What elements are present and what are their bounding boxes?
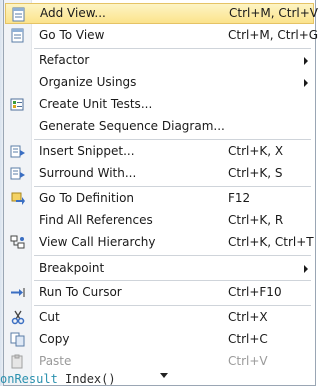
- menu-item-label: Run To Cursor: [39, 285, 122, 299]
- context-menu: Add View... Ctrl+M, Ctrl+V Go To View Ct…: [3, 0, 318, 386]
- cut-icon: [10, 310, 26, 325]
- menu-scroll-down-icon[interactable]: [160, 373, 168, 378]
- menu-item-shortcut: Ctrl+X: [228, 310, 268, 324]
- menu-separator: [34, 255, 311, 256]
- menu-item-label: Add View...: [40, 6, 106, 20]
- menu-item-generate-sequence-diagram[interactable]: Generate Sequence Diagram...: [5, 116, 314, 137]
- menu-item-label: Cut: [39, 310, 60, 324]
- insert-snippet-icon: [10, 144, 26, 159]
- menu-item-label: View Call Hierarchy: [39, 235, 156, 249]
- menu-item-label: Copy: [39, 332, 70, 346]
- menu-item-label: Go To Definition: [39, 191, 135, 205]
- menu-item-label: Surround With...: [39, 166, 137, 180]
- menu-item-view-call-hierarchy[interactable]: View Call Hierarchy Ctrl+K, Ctrl+T: [5, 232, 314, 253]
- menu-separator: [34, 305, 311, 306]
- menu-item-shortcut: Ctrl+K, S: [228, 166, 283, 180]
- menu-item-shortcut: Ctrl+M, Ctrl+G: [228, 28, 319, 42]
- menu-item-paste: Paste Ctrl+V: [5, 351, 314, 372]
- menu-item-surround-with[interactable]: Surround With... Ctrl+K, S: [5, 163, 314, 184]
- menu-item-label: Insert Snippet...: [39, 144, 135, 158]
- menu-item-go-to-definition[interactable]: Go To Definition F12: [5, 188, 314, 209]
- menu-item-shortcut: Ctrl+M, Ctrl+V: [229, 6, 319, 20]
- menu-separator: [34, 139, 311, 140]
- menu-item-go-to-view[interactable]: Go To View Ctrl+M, Ctrl+G: [5, 25, 318, 46]
- editor-code-line: onResult Index(): [0, 372, 116, 386]
- menu-item-label: Paste: [39, 354, 72, 368]
- menu-item-label: Refactor: [39, 53, 90, 67]
- menu-item-copy[interactable]: Copy Ctrl+C: [5, 329, 314, 350]
- unit-tests-icon: [10, 97, 26, 112]
- menu-item-run-to-cursor[interactable]: Run To Cursor Ctrl+F10: [5, 282, 314, 303]
- menu-separator: [34, 186, 311, 187]
- run-to-cursor-icon: [10, 285, 26, 300]
- go-to-view-icon: [10, 28, 26, 43]
- menu-separator: [34, 280, 311, 281]
- menu-separator: [34, 48, 311, 49]
- submenu-arrow-icon: [304, 79, 308, 87]
- menu-item-shortcut: Ctrl+K, X: [228, 144, 284, 158]
- surround-with-icon: [10, 166, 26, 181]
- code-method-fragment: Index(): [65, 372, 116, 386]
- menu-item-refactor[interactable]: Refactor: [5, 50, 314, 71]
- menu-item-label: Go To View: [39, 28, 105, 42]
- menu-item-label: Organize Usings: [39, 75, 137, 89]
- menu-item-create-unit-tests[interactable]: Create Unit Tests...: [5, 94, 314, 115]
- menu-item-add-view[interactable]: Add View... Ctrl+M, Ctrl+V: [5, 3, 318, 24]
- menu-item-shortcut: Ctrl+K, R: [228, 213, 284, 227]
- paste-icon: [10, 354, 26, 369]
- menu-item-find-all-references[interactable]: Find All References Ctrl+K, R: [5, 210, 314, 231]
- menu-item-shortcut: Ctrl+V: [228, 354, 268, 368]
- menu-item-breakpoint[interactable]: Breakpoint: [5, 258, 314, 279]
- menu-item-cut[interactable]: Cut Ctrl+X: [5, 307, 314, 328]
- menu-item-shortcut: Ctrl+K, Ctrl+T: [228, 235, 314, 249]
- copy-icon: [10, 332, 26, 347]
- menu-item-label: Create Unit Tests...: [39, 97, 153, 111]
- code-type-fragment: onResult: [0, 372, 58, 386]
- menu-item-shortcut: Ctrl+C: [228, 332, 268, 346]
- menu-item-shortcut: Ctrl+F10: [228, 285, 282, 299]
- menu-item-label: Breakpoint: [39, 261, 105, 275]
- menu-item-label: Find All References: [39, 213, 153, 227]
- menu-item-shortcut: F12: [228, 191, 251, 205]
- go-to-definition-icon: [10, 191, 26, 206]
- submenu-arrow-icon: [304, 57, 308, 65]
- add-view-icon: [11, 7, 27, 22]
- submenu-arrow-icon: [304, 265, 308, 273]
- menu-item-organize-usings[interactable]: Organize Usings: [5, 72, 314, 93]
- menu-item-label: Generate Sequence Diagram...: [39, 119, 225, 133]
- menu-item-insert-snippet[interactable]: Insert Snippet... Ctrl+K, X: [5, 141, 314, 162]
- call-hierarchy-icon: [10, 235, 26, 250]
